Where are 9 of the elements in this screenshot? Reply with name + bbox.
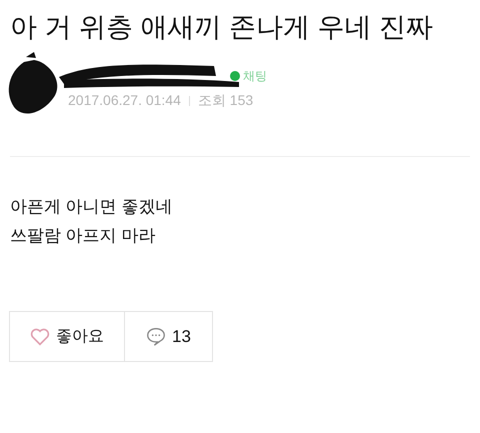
post-date: 2017.06.27. 01:44 xyxy=(68,91,181,110)
comment-button[interactable]: 13 xyxy=(125,312,212,361)
like-button[interactable]: 좋아요 xyxy=(10,312,125,361)
view-count: 조회 153 xyxy=(198,91,254,110)
post-text: 쓰팔람 아프지 마라 xyxy=(10,226,156,246)
post-text: 아픈게 아니면 좋겠네 xyxy=(10,197,174,217)
post-title: 아 거 위층 애새끼 존나게 우네 진짜 xyxy=(9,11,434,44)
heart-icon xyxy=(30,328,50,346)
speech-bubble-icon xyxy=(146,327,166,346)
